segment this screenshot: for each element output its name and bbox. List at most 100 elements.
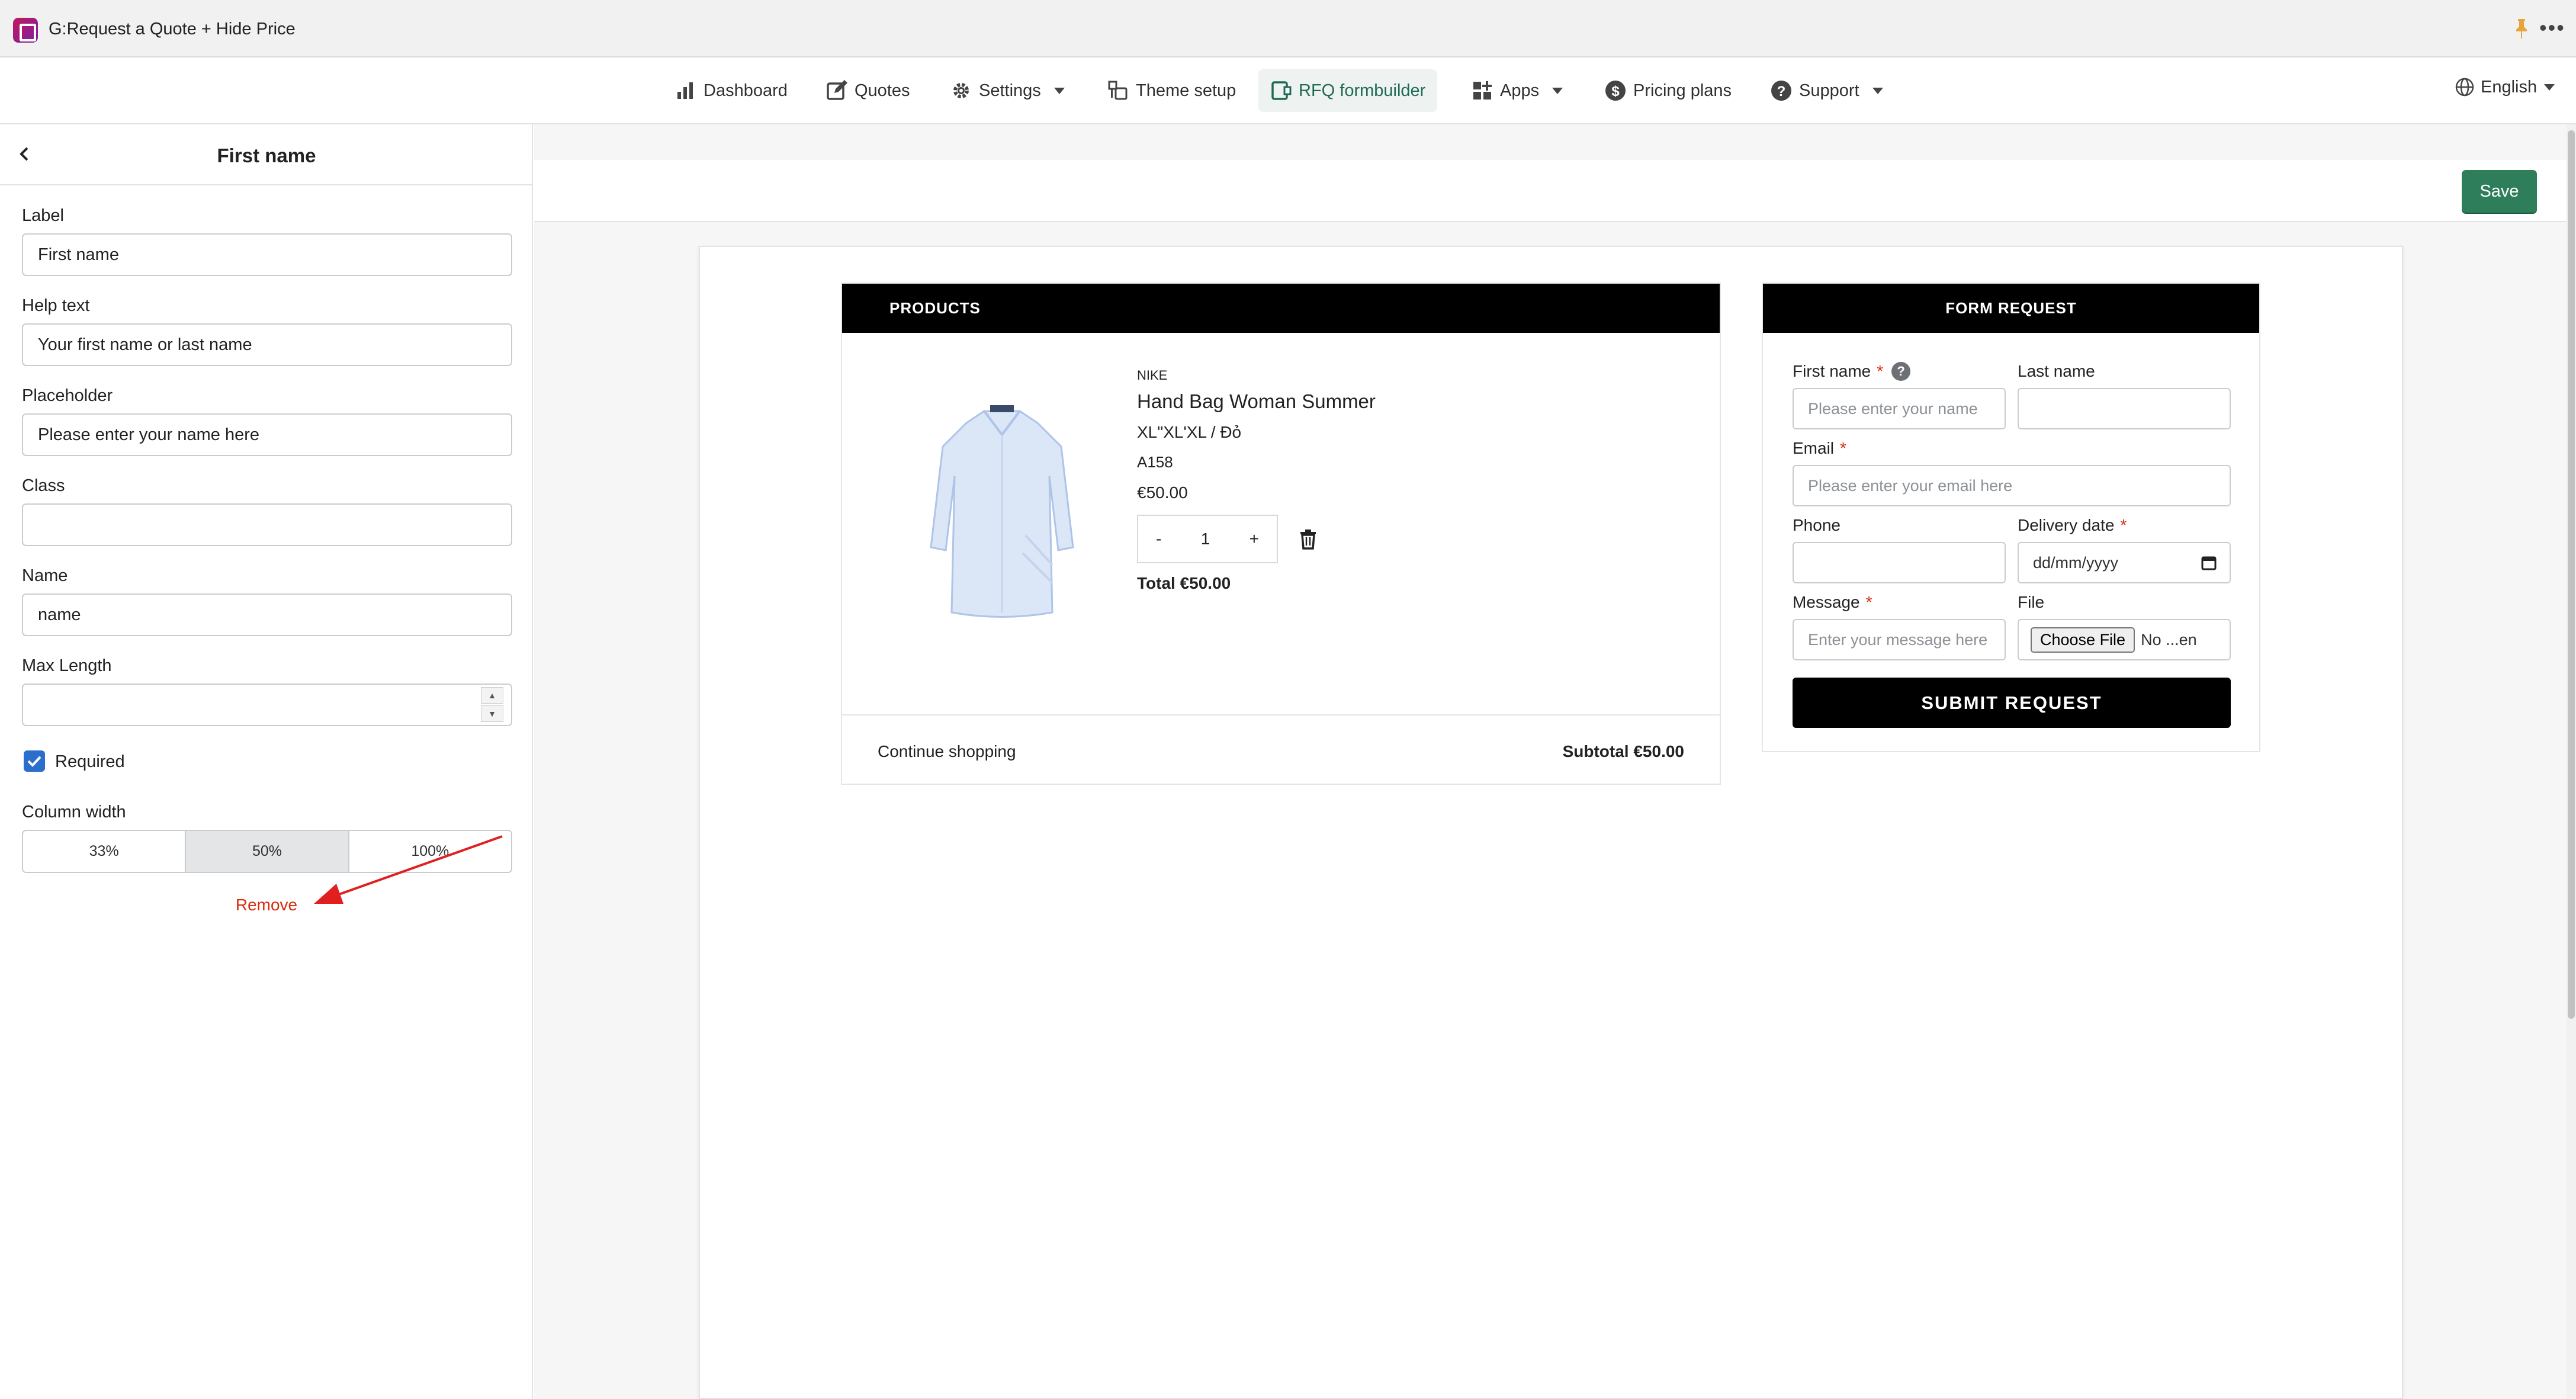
required-mark: * (1840, 439, 1846, 457)
product-price: €50.00 (1137, 483, 1188, 502)
max-length-stepper[interactable]: ▲ ▼ (481, 687, 505, 723)
nav-dashboard-label: Dashboard (704, 81, 788, 100)
scrollbar-thumb[interactable] (2568, 130, 2575, 1019)
language-label: English (2481, 77, 2538, 97)
nav-settings[interactable]: Settings (939, 69, 1077, 112)
apps-icon (1473, 81, 1492, 100)
chevron-down-icon (1053, 87, 1065, 94)
email-label-text: Email (1793, 439, 1835, 457)
max-length-caption: Max Length (22, 656, 112, 675)
help-text-input[interactable] (22, 323, 512, 366)
file-label: File (2018, 593, 2045, 611)
globe-icon (2455, 78, 2474, 97)
placeholder-caption: Placeholder (22, 386, 113, 405)
email-label: Email * (1793, 439, 1846, 458)
trash-icon[interactable] (1298, 528, 1318, 550)
last-name-label: Last name (2018, 362, 2095, 380)
help-icon[interactable]: ? (1891, 362, 1911, 381)
chevron-down-icon (1552, 87, 1563, 94)
first-name-label: First name * ? (1793, 362, 1911, 381)
pin-icon[interactable] (2514, 18, 2529, 39)
required-mark: * (1877, 362, 1884, 380)
calendar-icon[interactable] (2201, 555, 2217, 570)
svg-text:$: $ (1611, 84, 1620, 100)
placeholder-input[interactable] (22, 413, 512, 456)
chevron-down-icon (2544, 84, 2555, 91)
nav-theme-setup[interactable]: Theme setup (1096, 69, 1248, 112)
nav-support[interactable]: ? Support (1759, 69, 1895, 112)
panel-header: First name (0, 124, 532, 185)
last-name-field[interactable] (2018, 388, 2231, 429)
message-label-text: Message (1793, 593, 1860, 611)
form-request-panel: FORM REQUEST First name * ? Please enter… (1762, 283, 2260, 752)
required-mark: * (1865, 593, 1872, 611)
product-sku: A158 (1137, 453, 1173, 471)
delivery-date-value: dd/mm/yyyy (2033, 553, 2119, 572)
phone-label: Phone (1793, 516, 1841, 534)
label-caption: Label (22, 206, 64, 225)
edit-icon (827, 80, 847, 100)
save-button[interactable]: Save (2462, 170, 2537, 213)
quantity-stepper: - 1 + (1137, 515, 1278, 563)
column-width-caption: Column width (22, 803, 126, 822)
qty-plus-button[interactable]: + (1250, 530, 1259, 548)
product-image (930, 405, 1074, 618)
file-field: Choose File No ...en (2018, 619, 2231, 660)
nav-apps-label: Apps (1500, 81, 1540, 100)
max-length-input[interactable] (22, 684, 512, 726)
product-name[interactable]: Hand Bag Woman Summer (1137, 390, 1376, 413)
stepper-down-icon[interactable]: ▼ (481, 705, 503, 722)
chevron-down-icon (1872, 87, 1883, 94)
nav-rfq-formbuilder[interactable]: RFQ formbuilder (1258, 69, 1438, 112)
save-bar (534, 160, 2576, 222)
first-name-label-text: First name (1793, 362, 1871, 380)
products-panel: PRODUCTS NIKE Hand Bag Woman Summer XL"X… (841, 283, 1721, 785)
nav-apps[interactable]: Apps (1460, 69, 1575, 112)
required-checkbox[interactable] (24, 750, 45, 772)
nav-pricing-plans[interactable]: $ Pricing plans (1593, 69, 1743, 112)
continue-shopping-link[interactable]: Continue shopping (878, 742, 1016, 761)
name-input[interactable] (22, 593, 512, 636)
message-label: Message * (1793, 593, 1872, 612)
dollar-icon: $ (1605, 81, 1626, 101)
nav-rfq-formbuilder-label: RFQ formbuilder (1299, 81, 1426, 100)
message-field[interactable]: Enter your message here (1793, 619, 2006, 660)
panel-title: First name (217, 145, 316, 166)
annotation-arrow (314, 835, 503, 904)
submit-request-button[interactable]: SUBMIT REQUEST (1793, 678, 2231, 728)
delivery-date-label: Delivery date * (2018, 516, 2127, 535)
stepper-up-icon[interactable]: ▲ (481, 687, 503, 704)
app-logo-icon (13, 18, 38, 43)
products-header: PRODUCTS (842, 284, 1720, 333)
nav-settings-label: Settings (979, 81, 1041, 100)
form-header: FORM REQUEST (1763, 284, 2259, 333)
product-variant: XL"XL'XL / Đỏ (1137, 423, 1242, 441)
language-selector[interactable]: English (2455, 77, 2555, 97)
qty-value[interactable]: 1 (1201, 530, 1210, 548)
choose-file-button[interactable]: Choose File (2031, 627, 2135, 653)
top-navigation: Dashboard Quotes Settings Theme setup RF… (0, 57, 2576, 124)
help-icon: ? (1771, 81, 1791, 101)
phone-field[interactable] (1793, 542, 2006, 583)
nav-quotes[interactable]: Quotes (814, 69, 922, 112)
file-status: No ...en (2141, 630, 2197, 649)
nav-dashboard[interactable]: Dashboard (663, 69, 799, 112)
window-titlebar: G:Request a Quote + Hide Price ••• (0, 0, 2576, 57)
subtotal: Subtotal €50.00 (1562, 742, 1684, 761)
label-input[interactable] (22, 233, 512, 276)
email-field[interactable]: Please enter your email here (1793, 465, 2231, 506)
product-total: Total €50.00 (1137, 574, 1231, 592)
name-caption: Name (22, 566, 68, 585)
nav-pricing-plans-label: Pricing plans (1633, 81, 1732, 100)
width-option-33[interactable]: 33% (23, 831, 187, 872)
class-caption: Class (22, 476, 65, 495)
class-input[interactable] (22, 503, 512, 546)
checkmark-icon (27, 756, 41, 767)
delivery-date-field[interactable]: dd/mm/yyyy (2018, 542, 2231, 583)
first-name-field[interactable]: Please enter your name (1793, 388, 2006, 429)
required-label: Required (55, 752, 125, 771)
help-text-caption: Help text (22, 296, 90, 315)
qty-minus-button[interactable]: - (1156, 530, 1161, 548)
more-options-icon[interactable]: ••• (2539, 17, 2565, 38)
products-footer: Continue shopping Subtotal €50.00 (842, 714, 1720, 784)
